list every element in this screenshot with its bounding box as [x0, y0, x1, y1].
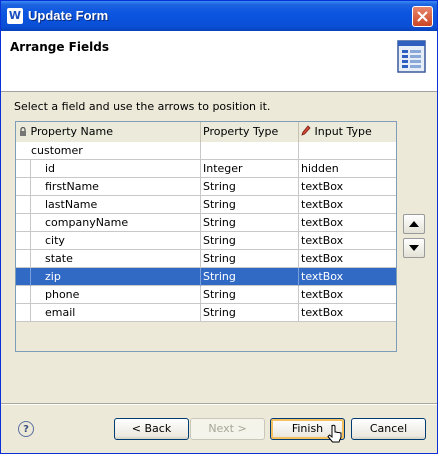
- property-type-cell: String: [201, 214, 299, 232]
- arrow-up-icon: [409, 221, 419, 227]
- table-cell: [299, 142, 396, 160]
- property-type-cell: String: [201, 196, 299, 214]
- table-row[interactable]: companyName String textBox: [16, 214, 396, 232]
- move-up-button[interactable]: [403, 214, 425, 234]
- property-name-cell: lastName: [31, 196, 201, 214]
- row-gutter: [16, 268, 31, 286]
- group-row-customer[interactable]: customer: [16, 142, 396, 160]
- mouse-pointer-icon: [327, 424, 342, 443]
- table-header: Property Name Property Type Input Type: [16, 122, 396, 143]
- lock-icon: [20, 126, 26, 136]
- column-label-input-type: Input Type: [314, 125, 372, 138]
- property-type-cell: String: [201, 232, 299, 250]
- column-label-property-name: Property Name: [30, 125, 114, 138]
- property-type-cell: String: [201, 178, 299, 196]
- row-gutter: [16, 214, 31, 232]
- next-button[interactable]: Next >: [190, 418, 265, 440]
- property-type-cell: String: [201, 304, 299, 322]
- instruction-text: Select a field and use the arrows to pos…: [14, 100, 271, 113]
- table-body: customer id Integer hidden firstName Str…: [16, 142, 396, 322]
- table-row[interactable]: id Integer hidden: [16, 160, 396, 178]
- cancel-button[interactable]: Cancel: [351, 418, 426, 440]
- row-gutter: [16, 232, 31, 250]
- input-type-cell[interactable]: textBox: [299, 304, 396, 322]
- table-row[interactable]: city String textBox: [16, 232, 396, 250]
- row-gutter: [16, 304, 31, 322]
- app-icon: W: [7, 8, 23, 24]
- window-title: Update Form: [28, 8, 109, 23]
- page-title: Arrange Fields: [10, 40, 109, 54]
- input-type-cell[interactable]: textBox: [299, 286, 396, 304]
- title-bar[interactable]: W Update Form: [1, 1, 437, 31]
- app-icon-letter: W: [8, 9, 22, 22]
- help-icon[interactable]: ?: [18, 421, 34, 437]
- table-cell: [201, 142, 299, 160]
- property-name-cell: phone: [31, 286, 201, 304]
- column-header-property-name[interactable]: Property Name: [16, 122, 201, 142]
- row-gutter: [16, 196, 31, 214]
- close-button[interactable]: [412, 6, 433, 27]
- column-header-property-type[interactable]: Property Type: [201, 122, 299, 142]
- property-name-cell: companyName: [31, 214, 201, 232]
- close-icon: [417, 11, 428, 22]
- back-button[interactable]: < Back: [114, 418, 189, 440]
- row-gutter: [16, 160, 31, 178]
- property-name-cell: email: [31, 304, 201, 322]
- property-type-cell: Integer: [201, 160, 299, 178]
- fields-table[interactable]: Property Name Property Type Input Type c…: [15, 121, 397, 352]
- property-type-cell: String: [201, 286, 299, 304]
- property-name-cell: state: [31, 250, 201, 268]
- input-type-cell[interactable]: textBox: [299, 196, 396, 214]
- column-label-property-type: Property Type: [203, 125, 279, 138]
- input-type-cell[interactable]: textBox: [299, 232, 396, 250]
- table-row[interactable]: email String textBox: [16, 304, 396, 322]
- input-type-cell[interactable]: textBox: [299, 268, 396, 286]
- row-gutter: [16, 178, 31, 196]
- table-row[interactable]: state String textBox: [16, 250, 396, 268]
- row-gutter: [16, 286, 31, 304]
- property-name-cell: firstName: [31, 178, 201, 196]
- input-type-cell[interactable]: textBox: [299, 214, 396, 232]
- table-row[interactable]: firstName String textBox: [16, 178, 396, 196]
- property-name-cell: city: [31, 232, 201, 250]
- update-form-dialog: W Update Form Arrange Fields Select a fi…: [0, 0, 438, 454]
- pencil-icon: [301, 125, 311, 136]
- property-type-cell: String: [201, 268, 299, 286]
- input-type-cell[interactable]: hidden: [299, 160, 396, 178]
- button-bar-divider: [1, 403, 437, 405]
- input-type-cell[interactable]: textBox: [299, 250, 396, 268]
- table-row[interactable]: lastName String textBox: [16, 196, 396, 214]
- move-down-button[interactable]: [403, 238, 425, 258]
- wizard-header: Arrange Fields: [1, 31, 437, 92]
- arrow-down-icon: [409, 245, 419, 251]
- column-header-input-type[interactable]: Input Type: [299, 122, 396, 142]
- property-name-cell: id: [31, 160, 201, 178]
- input-type-cell[interactable]: textBox: [299, 178, 396, 196]
- property-name-cell: zip: [31, 268, 201, 286]
- table-row-selected[interactable]: zip String textBox: [16, 268, 396, 286]
- property-type-cell: String: [201, 250, 299, 268]
- form-layout-icon: [397, 40, 426, 73]
- table-row[interactable]: phone String textBox: [16, 286, 396, 304]
- group-label: customer: [16, 142, 201, 160]
- row-gutter: [16, 250, 31, 268]
